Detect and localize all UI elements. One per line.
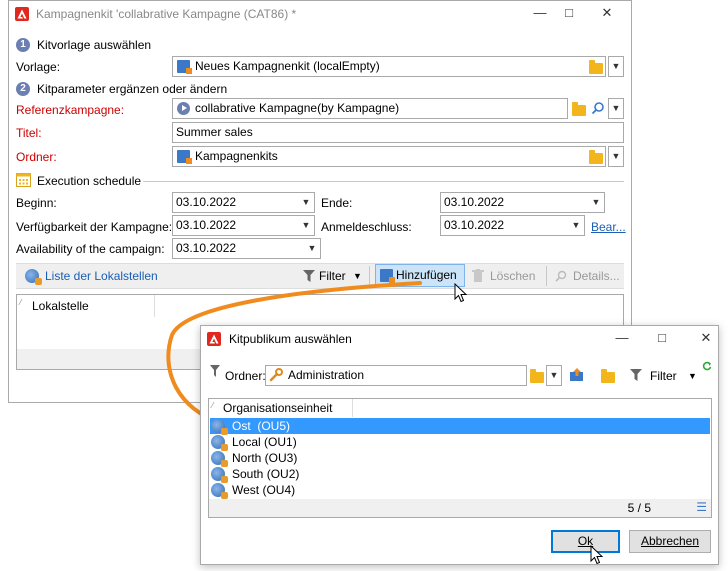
wrench-icon [269,368,283,382]
org-unit-name: North (OU3) [232,451,298,465]
dialog-close-button[interactable]: ✕ [695,328,717,348]
org-unit-globe-icon [211,467,228,483]
abbrechen-button[interactable]: Abbrechen [629,530,711,553]
org-unit-name: South (OU2) [232,467,300,481]
mouse-cursor-icon [590,545,604,565]
org-unit-name: Ost (OU5) [232,419,291,433]
folder-up-icon[interactable] [569,368,585,382]
record-count: 5 / 5 [627,501,651,515]
dialog-ordner-label: Ordner: [225,369,266,383]
dialog-ordner-value: Administration [288,368,365,382]
abbrechen-label: Abbrechen [640,534,700,548]
org-unit-name: Local (OU1) [232,435,297,449]
dialog-filter-dropdown-icon[interactable]: ▼ [688,371,697,381]
mouse-cursor-icon [454,283,468,303]
org-unit-row[interactable]: South (OU2) [210,466,710,483]
org-unit-row[interactable]: West (OU4) [210,482,710,499]
org-unit-grid[interactable]: ⁄ Organisationseinheit Ost (OU5) Local (… [208,398,712,518]
dialog-minimize-button[interactable]: — [611,328,633,348]
dialog-maximize-button[interactable]: □ [651,328,673,348]
org-unit-globe-icon [211,451,228,467]
org-unit-globe-icon [211,435,228,451]
new-folder-icon[interactable] [601,369,615,383]
dialog-filter-icon [630,369,642,381]
ok-button[interactable]: Ok [551,530,620,553]
dialog-folder-icon[interactable] [530,369,544,383]
org-unit-row[interactable]: Local (OU1) [210,434,710,451]
adobe-logo-icon [207,332,221,346]
org-grid-header: ⁄ Organisationseinheit [209,399,353,417]
dialog-title: Kitpublikum auswählen [229,332,352,346]
org-unit-globe-icon [211,483,228,499]
organisationseinheit-column-header[interactable]: Organisationseinheit [223,401,332,415]
org-unit-row[interactable]: North (OU3) [210,450,710,467]
dialog-ordner-dropdown-icon[interactable]: ▼ [546,365,562,386]
org-unit-name: West (OU4) [232,483,296,497]
org-unit-globe-icon [211,419,228,435]
dialog-ordner-field[interactable]: Administration [265,365,527,386]
dialog-filter-button[interactable]: Filter [650,369,677,383]
org-unit-row[interactable]: Ost (OU5) [210,418,710,435]
org-sort-icon: ⁄ [212,401,214,410]
refresh-icon[interactable] [702,361,712,371]
list-menu-icon[interactable]: ☰ [696,500,707,514]
ordner-filter-icon [210,365,220,377]
org-grid-footer: 5 / 5 ☰ [209,499,711,517]
